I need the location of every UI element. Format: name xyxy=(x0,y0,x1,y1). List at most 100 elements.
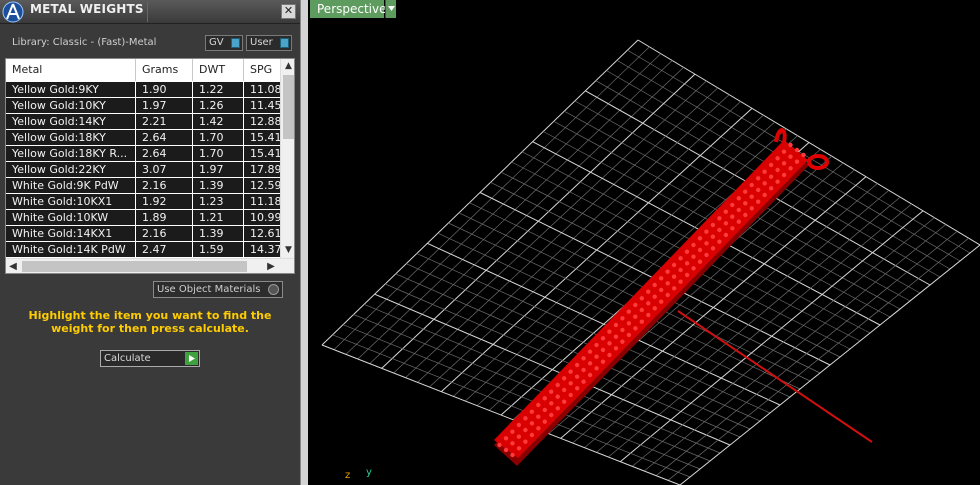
table-row[interactable]: Yellow Gold:22KY 3.07 1.97 17.89 xyxy=(6,162,280,178)
bracelet-stud xyxy=(574,362,580,368)
bracelet-stud xyxy=(678,267,683,273)
table-cell: 11.18 xyxy=(250,195,280,208)
table-cell: 1.70 xyxy=(193,146,244,161)
bracelet-stud xyxy=(704,241,709,246)
close-icon: ✕ xyxy=(283,4,294,17)
table-cell: 15.41 xyxy=(250,131,280,144)
bracelet-stud xyxy=(626,321,632,326)
grid-line xyxy=(679,244,980,485)
panel-titlebar: METAL WEIGHTS ✕ xyxy=(0,0,300,24)
table-row[interactable]: White Gold:14KX1 2.16 1.39 12.61 xyxy=(6,226,280,242)
bracelet-stud xyxy=(536,414,541,419)
table-row[interactable]: Yellow Gold:10KY 1.97 1.26 11.45 xyxy=(6,98,280,114)
axis-y-label: y xyxy=(366,467,372,478)
use-object-materials-toggle[interactable]: Use Object Materials xyxy=(153,281,283,298)
table-cell: 1.21 xyxy=(193,210,244,225)
bracelet-stud xyxy=(607,352,612,358)
bracelet-stud xyxy=(639,319,644,324)
app-logo-icon xyxy=(2,1,24,23)
close-button[interactable]: ✕ xyxy=(281,4,296,19)
table-cell: 2.64 xyxy=(136,130,193,145)
bracelet-stud xyxy=(762,192,767,198)
bracelet-stud xyxy=(607,329,612,334)
gv-toggle-button[interactable]: GV xyxy=(205,35,243,51)
instruction-text: Highlight the item you want to find the … xyxy=(28,309,272,335)
table-cell: 1.26 xyxy=(193,98,244,113)
chevron-down-icon xyxy=(387,6,395,11)
table-cell: 2.16 xyxy=(136,226,193,241)
bracelet-stud xyxy=(762,181,767,186)
horizontal-scroll-thumb[interactable] xyxy=(22,261,247,272)
play-icon xyxy=(185,352,198,365)
user-label: User xyxy=(250,37,273,48)
bracelet-stud xyxy=(555,406,560,411)
bracelet-stud xyxy=(736,196,741,201)
bracelet-stud xyxy=(684,249,690,254)
table-cell: 17.89 xyxy=(250,163,280,176)
title-separator xyxy=(147,2,148,22)
table-row[interactable]: White Gold:14K PdW 2.47 1.59 14.37 xyxy=(6,242,280,258)
scroll-left-icon[interactable]: ◀ xyxy=(6,259,20,273)
bracelet-stud xyxy=(788,154,793,159)
bracelet-stud xyxy=(717,239,722,244)
bracelet-stud xyxy=(652,306,657,311)
bracelet-stud xyxy=(697,236,703,241)
table-cell: 2.16 xyxy=(136,178,193,193)
panel-splitter[interactable] xyxy=(300,0,308,485)
calculate-button[interactable]: Calculate xyxy=(100,350,200,367)
user-toggle-button[interactable]: User xyxy=(246,35,292,51)
metal-weights-panel: METAL WEIGHTS ✕ Library: Classic - (Fast… xyxy=(0,0,300,485)
bracelet-stud xyxy=(704,229,709,234)
bracelet-stud xyxy=(730,202,735,208)
table-cell: White Gold:14KX1 xyxy=(6,226,136,241)
bracelet-stud xyxy=(587,349,593,354)
table-header: Metal Grams DWT SPG xyxy=(6,59,280,81)
table-row[interactable]: White Gold:10KW 1.89 1.21 10.99 xyxy=(6,210,280,226)
scroll-down-icon[interactable]: ▼ xyxy=(281,243,294,257)
table-row[interactable]: Yellow Gold:14KY 2.21 1.42 12.88 xyxy=(6,114,280,130)
table-cell: Yellow Gold:14KY xyxy=(6,114,136,129)
bracelet-stud xyxy=(665,281,670,286)
table-row[interactable]: Yellow Gold:18KY 2.64 1.70 15.41 xyxy=(6,130,280,146)
bracelet-stud xyxy=(523,416,528,421)
table-cell: 14.37 xyxy=(250,243,280,256)
bracelet-loop-left xyxy=(774,127,787,143)
scroll-up-icon[interactable]: ▲ xyxy=(281,59,294,73)
column-header-dwt[interactable]: DWT xyxy=(193,59,244,81)
bracelet-stud xyxy=(620,339,625,344)
bracelet-stud xyxy=(510,429,515,434)
table-row[interactable]: Yellow Gold:9KY 1.90 1.22 11.08 xyxy=(6,82,280,98)
bracelet-stud xyxy=(516,422,522,428)
bracelet-stud xyxy=(775,156,780,161)
table-row[interactable]: White Gold:10KX1 1.92 1.23 11.18 xyxy=(6,194,280,210)
scroll-right-icon[interactable]: ▶ xyxy=(264,259,278,273)
vertical-scroll-thumb[interactable] xyxy=(283,75,294,139)
bracelet-stud xyxy=(723,209,728,214)
bracelet-stud xyxy=(555,382,560,388)
bracelet-stud xyxy=(600,336,606,341)
bracelet-stud xyxy=(646,301,651,306)
view-name-tab[interactable]: Perspective xyxy=(310,0,387,18)
bracelet-stud xyxy=(717,227,722,233)
horizontal-scrollbar[interactable]: ◀ ▶ xyxy=(6,258,294,273)
column-header-grams[interactable]: Grams xyxy=(136,59,193,81)
bracelet-stud xyxy=(781,149,787,154)
bracelet-stud xyxy=(710,246,716,251)
bracelet-stud xyxy=(503,447,509,453)
column-header-metal[interactable]: Metal xyxy=(6,59,136,81)
bracelet-stud xyxy=(510,452,515,458)
bracelet-stud xyxy=(743,201,748,206)
column-header-spg[interactable]: SPG xyxy=(244,59,280,81)
bracelet-stud xyxy=(704,252,709,258)
bracelet-stud xyxy=(613,346,619,351)
bracelet-stud xyxy=(672,286,677,291)
table-cell: 1.22 xyxy=(193,82,244,97)
table-row[interactable]: Yellow Gold:18KY R... 2.64 1.70 15.41 xyxy=(6,146,280,162)
table-cell: Yellow Gold:9KY xyxy=(6,82,136,97)
view-dropdown-button[interactable] xyxy=(385,0,396,18)
vertical-scrollbar[interactable]: ▲ ▼ xyxy=(280,59,294,258)
perspective-viewport[interactable]: Perspective z y xyxy=(308,0,980,485)
bracelet-stud xyxy=(768,162,774,168)
table-row[interactable]: White Gold:9K PdW 2.16 1.39 12.59 xyxy=(6,178,280,194)
bracelet-stud xyxy=(775,179,780,184)
